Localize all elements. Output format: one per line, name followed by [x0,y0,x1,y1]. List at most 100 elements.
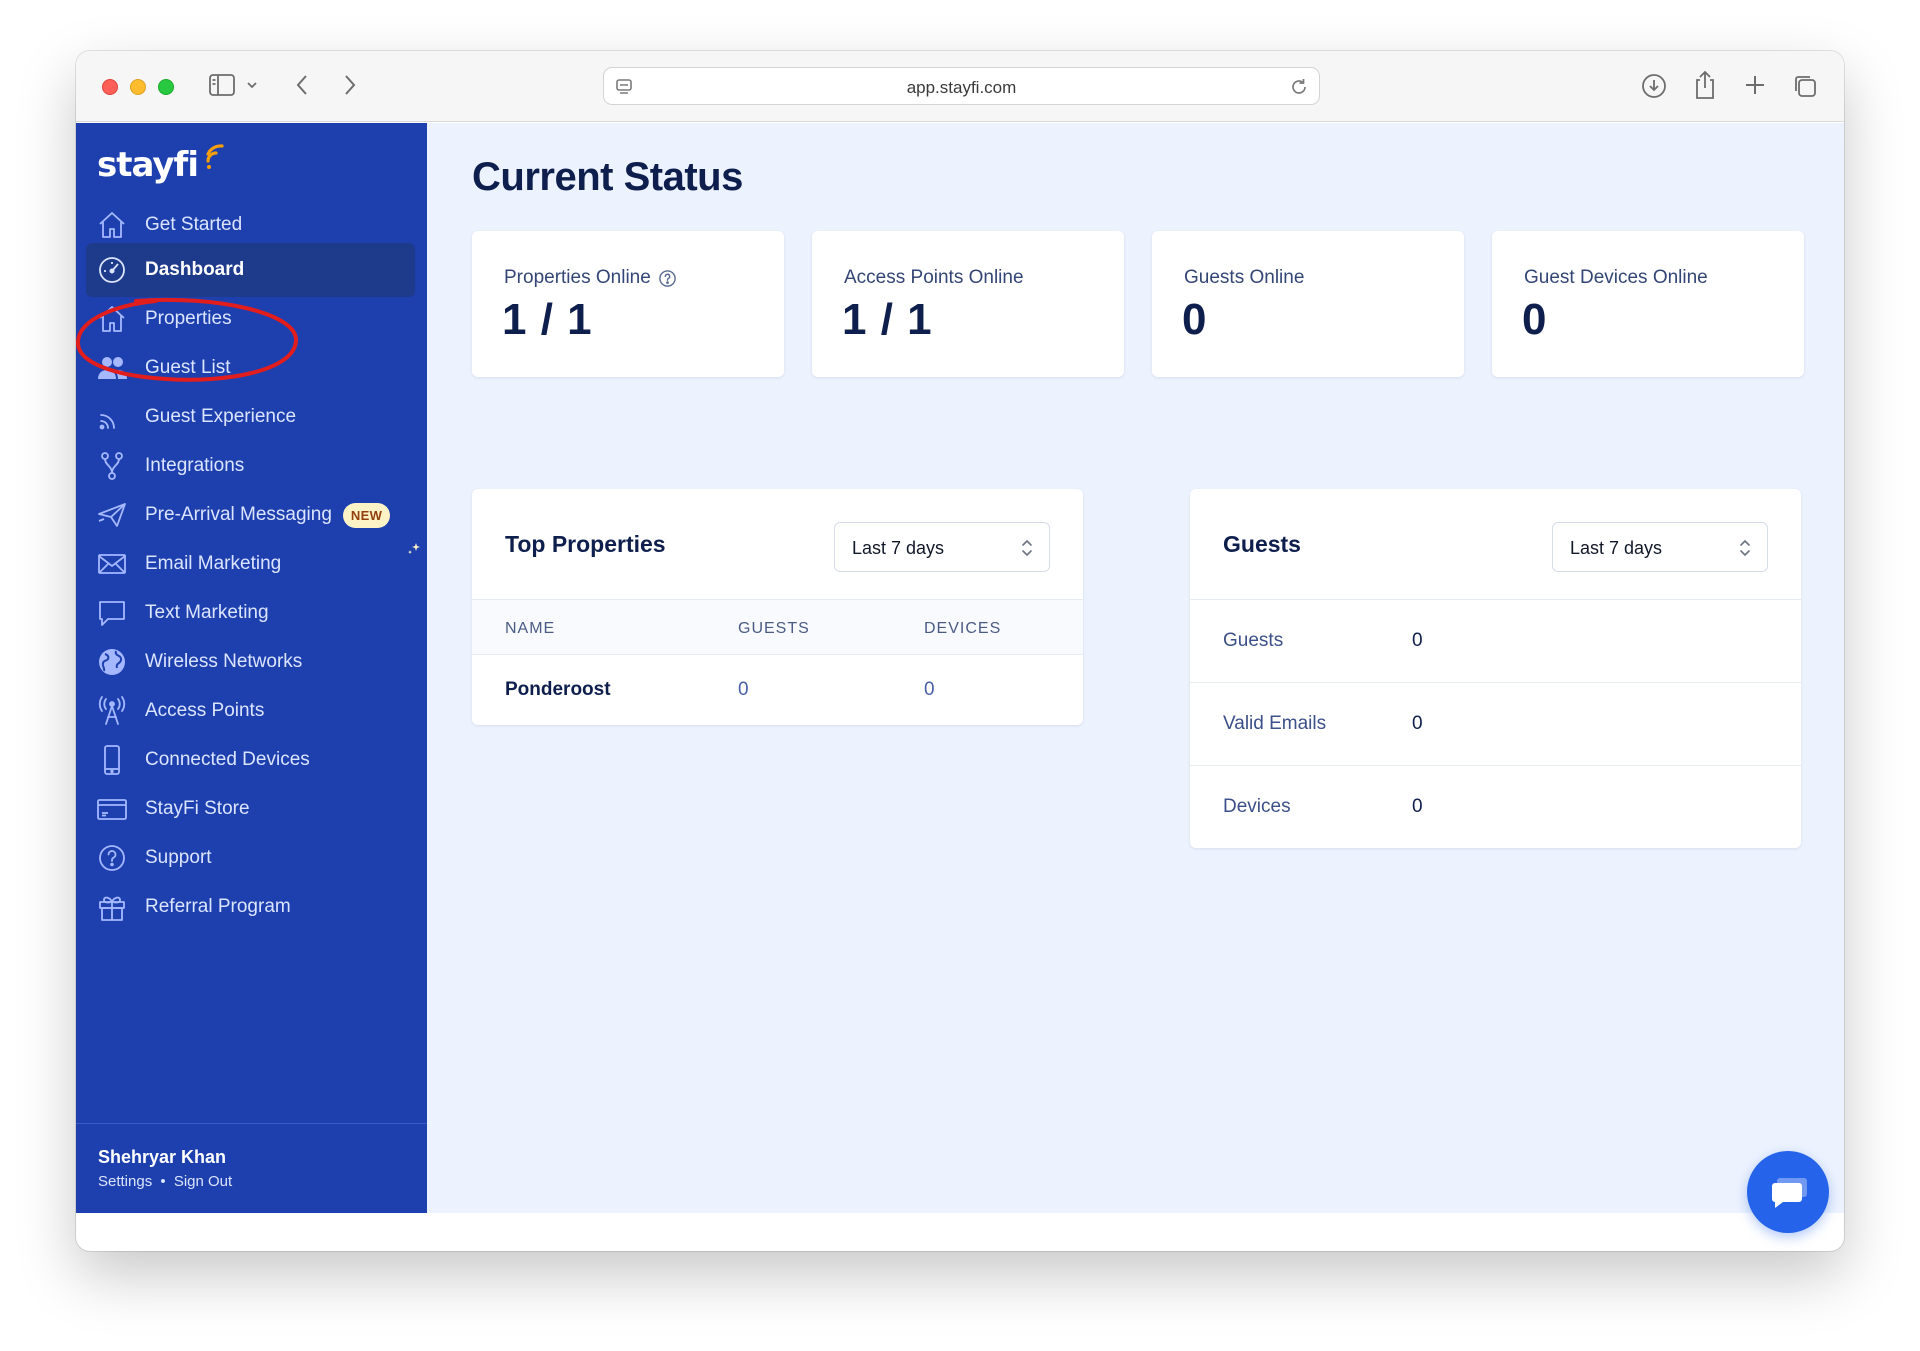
property-name[interactable]: Ponderoost [505,679,611,701]
sidebar-item-dashboard[interactable]: Dashboard [86,243,415,297]
user-name: Shehryar Khan [98,1147,227,1167]
logo-text: stayfi [97,145,199,185]
select-value: Last 7 days [852,538,945,558]
sidebar: stayfi Get Started Dashboard Properties [76,123,427,1213]
sidebar-item-label: Access Points [145,700,265,721]
guest-stat-label: Valid Emails [1223,713,1327,734]
chevron-up-down-icon [1022,539,1032,557]
sidebar-item-label: StayFi Store [145,798,250,819]
stat-label-text: Properties Online [504,267,651,288]
stat-card-guest-devices-online: Guest Devices Online 0 [1492,231,1804,377]
main-content: Current Status Properties Online 1 / 1 A… [427,123,1844,1213]
column-header-guests[interactable]: GUESTS [738,620,810,638]
top-properties-range-select[interactable]: Last 7 days [834,522,1050,572]
wifi-icon [206,144,225,169]
property-devices: 0 [924,679,935,700]
stat-label: Guests Online [1184,267,1305,288]
sidebar-item-guest-list[interactable]: Guest List [86,341,415,395]
stayfi-logo[interactable]: stayfi [97,144,230,191]
select-value: Last 7 days [1570,538,1663,558]
table-header: NAME GUESTS DEVICES [472,599,1083,655]
antenna-icon [98,696,126,725]
sign-out-link[interactable]: Sign Out [174,1173,232,1190]
sidebar-item-pre-arrival-messaging[interactable]: Pre-Arrival Messaging NEW [86,488,415,542]
globe-icon [99,649,125,675]
column-header-devices[interactable]: DEVICES [924,620,1001,638]
column-header-name[interactable]: NAME [505,620,555,638]
guest-stat-value: 0 [1412,796,1423,817]
sidebar-item-properties[interactable]: Properties [86,292,415,346]
sidebar-item-support[interactable]: Support [86,831,415,885]
new-badge: NEW [342,502,391,528]
gift-icon [99,896,125,921]
sidebar-toggle-icon[interactable] [209,74,235,96]
close-window-button[interactable] [102,79,118,95]
tab-overview-icon[interactable] [1792,73,1818,99]
chevron-up-down-icon [1740,539,1750,557]
sidebar-item-connected-devices[interactable]: Connected Devices [86,733,415,787]
stat-label: Guest Devices Online [1524,267,1708,288]
stat-card-guests-online: Guests Online 0 [1152,231,1464,377]
stat-value: 0 [1522,295,1548,344]
chevron-down-icon[interactable] [246,79,258,91]
credit-card-icon [97,799,127,820]
back-arrow-icon[interactable] [294,73,310,97]
sidebar-item-wireless-networks[interactable]: Wireless Networks [86,635,415,689]
minimize-window-button[interactable] [130,79,146,95]
guests-panel: Guests Last 7 days Guests 0 Valid Emails… [1190,489,1801,848]
house-icon [99,306,125,332]
new-tab-icon[interactable] [1743,73,1767,97]
address-bar[interactable]: app.stayfi.com [603,67,1320,105]
sidebar-item-label: Get Started [145,214,243,235]
guests-range-select[interactable]: Last 7 days [1552,522,1768,572]
list-item: Devices 0 [1190,765,1801,848]
sidebar-item-access-points[interactable]: Access Points [86,684,415,738]
list-item: Valid Emails 0 [1190,682,1801,765]
page-title: Current Status [472,155,743,199]
guest-stat-value: 0 [1412,713,1423,734]
guest-stat-value: 0 [1412,630,1423,651]
sidebar-item-label: Integrations [145,455,245,476]
house-icon [99,212,125,238]
sparkle-icon [408,543,420,554]
table-row[interactable]: Ponderoost 0 0 [472,655,1083,725]
sidebar-item-integrations[interactable]: Integrations [86,439,415,493]
link-separator: • [160,1173,166,1190]
sidebar-item-label: Guest List [145,357,231,378]
sidebar-item-guest-experience[interactable]: Guest Experience [86,390,415,444]
help-circle-icon[interactable] [658,269,677,288]
envelope-icon [98,554,126,574]
reload-icon[interactable] [1289,77,1309,97]
user-links: Settings • Sign Out [98,1173,232,1190]
zoom-window-button[interactable] [158,79,174,95]
settings-link[interactable]: Settings [98,1173,152,1190]
sidebar-item-label: Support [145,847,212,868]
sidebar-item-label: Properties [145,308,232,329]
chat-bubble-icon [99,601,125,626]
url-text[interactable]: app.stayfi.com [604,78,1319,98]
sidebar-item-text-marketing[interactable]: Text Marketing [86,586,415,640]
sidebar-item-stayfi-store[interactable]: StayFi Store [86,782,415,836]
list-item: Guests 0 [1190,599,1801,682]
sidebar-item-referral-program[interactable]: Referral Program [86,880,415,934]
gauge-icon [99,257,125,283]
paper-plane-icon [98,503,126,527]
sidebar-item-label: Referral Program [145,896,291,917]
stat-value: 1 / 1 [842,295,933,344]
sidebar-item-label: Text Marketing [145,602,269,623]
guest-stat-label: Guests [1223,630,1284,651]
sidebar-item-label: Guest Experience [145,406,297,427]
phone-icon [104,745,120,775]
stat-label: Properties Online [504,267,677,289]
forward-arrow-icon[interactable] [342,73,358,97]
sidebar-item-email-marketing[interactable]: Email Marketing [86,537,415,591]
chat-support-button[interactable] [1747,1151,1829,1233]
panel-title: Guests [1223,531,1301,557]
stat-value: 1 / 1 [502,295,593,344]
share-icon[interactable] [1693,70,1717,100]
users-icon [98,357,127,379]
browser-window: app.stayfi.com stayfi Get Started Dashbo… [76,51,1844,1251]
guest-stat-label: Devices [1223,796,1291,817]
downloads-icon[interactable] [1641,73,1667,99]
sidebar-item-label: Pre-Arrival Messaging [145,504,332,525]
